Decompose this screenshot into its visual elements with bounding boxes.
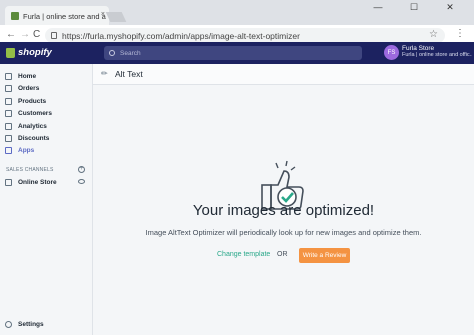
- tab-title: Furla | online store and a: [23, 11, 106, 21]
- new-tab-button[interactable]: [105, 12, 127, 22]
- sidebar-item-label: Settings: [18, 320, 44, 328]
- sidebar: Home Orders Products Customers Analytics…: [0, 64, 93, 335]
- store-menu[interactable]: Furla Store Furla | online store and off…: [402, 45, 472, 58]
- add-sales-channel-icon[interactable]: +: [78, 166, 85, 173]
- sidebar-item-online-store[interactable]: Online Store: [5, 177, 57, 187]
- bookmark-star-icon[interactable]: ☆: [429, 29, 438, 40]
- sidebar-item-orders[interactable]: Orders: [5, 83, 39, 93]
- sidebar-item-apps[interactable]: Apps: [5, 145, 34, 155]
- close-window-button[interactable]: ✕: [436, 0, 464, 14]
- url-text: https://furla.myshopify.com/admin/apps/i…: [62, 30, 300, 41]
- sidebar-item-label: Online Store: [18, 178, 57, 186]
- shopify-topbar: shopify Search FS Furla Store Furla | on…: [0, 42, 474, 64]
- store-subtitle: Furla | online store and offic...: [402, 52, 472, 58]
- shopify-favicon-icon: [11, 12, 19, 20]
- url-field[interactable]: https://furla.myshopify.com/admin/apps/i…: [45, 28, 445, 43]
- home-icon: [5, 72, 12, 80]
- alt-text-app-icon: ✏: [101, 69, 108, 78]
- sidebar-item-analytics[interactable]: Analytics: [5, 121, 47, 131]
- change-template-link[interactable]: Change template: [217, 251, 270, 258]
- store-name: Furla Store: [402, 45, 435, 52]
- back-icon[interactable]: ←: [6, 29, 16, 40]
- sidebar-item-label: Discounts: [18, 134, 50, 142]
- page-header: ✏ Alt Text: [93, 64, 474, 85]
- search-placeholder: Search: [120, 49, 141, 57]
- sidebar-item-label: Products: [18, 97, 47, 105]
- browser-tab[interactable]: Furla | online store and a ×: [5, 6, 109, 26]
- maximize-button[interactable]: ☐: [400, 0, 428, 14]
- lock-icon: [51, 32, 57, 39]
- sidebar-item-home[interactable]: Home: [5, 71, 36, 81]
- logo-text: shopify: [18, 47, 52, 58]
- orders-icon: [5, 84, 12, 92]
- sidebar-item-label: Customers: [18, 109, 52, 117]
- main-content: ✏ Alt Text Your images are optimized! Im…: [93, 64, 474, 335]
- sidebar-item-label: Orders: [18, 84, 40, 92]
- write-review-button[interactable]: Write a Review: [299, 248, 350, 263]
- page-title: Alt Text: [115, 69, 143, 79]
- sidebar-item-customers[interactable]: Customers: [5, 108, 52, 118]
- search-icon: [109, 50, 115, 56]
- sidebar-item-discounts[interactable]: Discounts: [5, 133, 49, 143]
- or-separator: OR: [277, 251, 288, 258]
- online-store-icon: [5, 178, 12, 186]
- search-input[interactable]: Search: [104, 46, 362, 60]
- browser-menu-icon[interactable]: ⋮: [455, 28, 465, 39]
- avatar[interactable]: FS: [384, 45, 399, 60]
- gear-icon: [5, 320, 12, 328]
- optimized-headline: Your images are optimized!: [192, 202, 375, 219]
- apps-icon: [5, 146, 12, 154]
- shopify-bag-icon: [6, 47, 15, 58]
- sidebar-item-label: Analytics: [18, 122, 47, 130]
- products-icon: [5, 97, 12, 105]
- analytics-icon: [5, 122, 12, 130]
- optimized-subtext: Image AltText Optimizer will periodicall…: [145, 228, 422, 237]
- shopify-logo[interactable]: shopify: [6, 47, 52, 58]
- forward-icon[interactable]: →: [20, 29, 30, 40]
- customers-icon: [5, 109, 12, 117]
- discounts-icon: [5, 134, 12, 142]
- minimize-button[interactable]: —: [364, 0, 392, 14]
- sales-channels-heading: SALES CHANNELS: [6, 167, 54, 173]
- sidebar-item-label: Apps: [18, 146, 35, 154]
- reload-icon[interactable]: C: [33, 29, 40, 40]
- view-store-eye-icon[interactable]: [78, 179, 85, 184]
- tab-close-icon[interactable]: ×: [101, 11, 105, 18]
- sidebar-item-products[interactable]: Products: [5, 96, 46, 106]
- sidebar-item-label: Home: [18, 72, 37, 80]
- sidebar-item-settings[interactable]: Settings: [5, 319, 44, 329]
